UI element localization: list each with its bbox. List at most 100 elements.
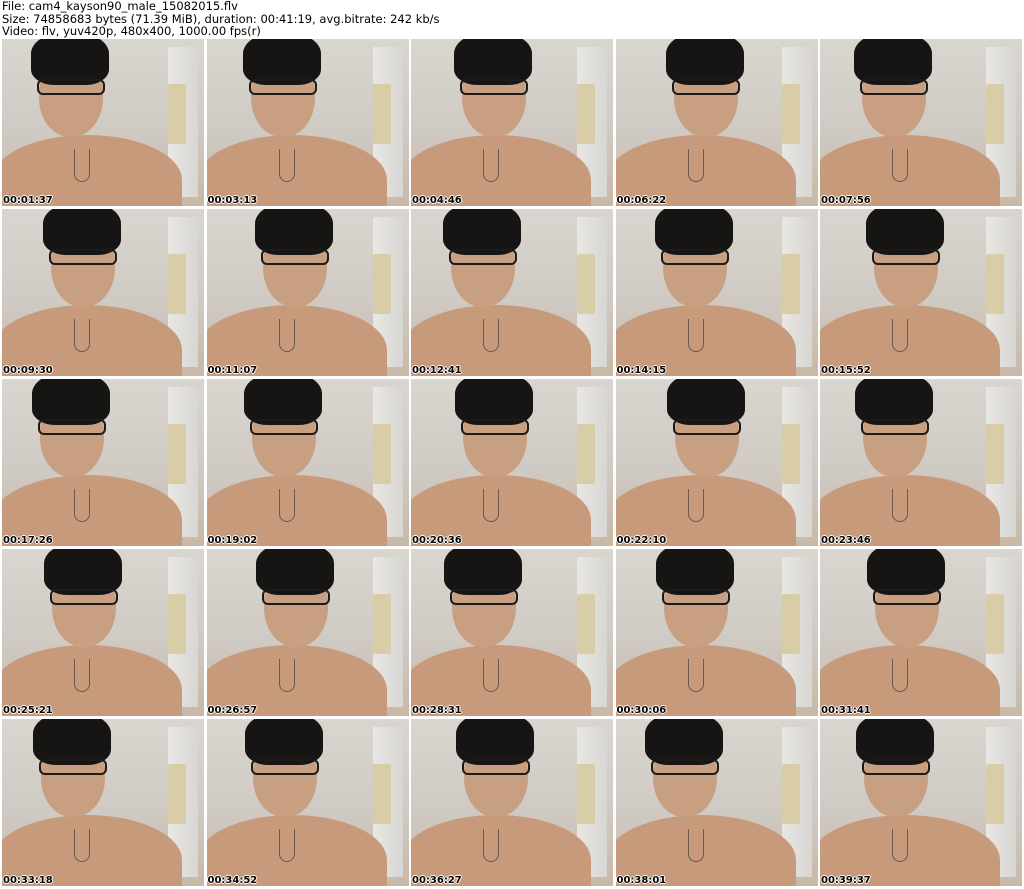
thumbnail-timestamp: 00:14:15 bbox=[616, 365, 667, 376]
video-thumbnail: 00:38:01 bbox=[615, 719, 818, 886]
towel bbox=[781, 764, 800, 824]
towel bbox=[577, 764, 595, 824]
towel bbox=[986, 764, 1004, 824]
towel bbox=[986, 424, 1004, 484]
video-thumbnail: 00:15:52 bbox=[820, 209, 1022, 376]
necklace bbox=[687, 489, 704, 522]
glasses bbox=[860, 79, 928, 95]
thumbnail-timestamp: 00:11:07 bbox=[207, 365, 258, 376]
necklace bbox=[278, 149, 295, 182]
file-info-header: File: cam4_kayson90_male_15082015.flv Si… bbox=[2, 0, 440, 38]
necklace bbox=[892, 319, 908, 352]
video-thumbnail: 00:04:46 bbox=[411, 39, 613, 206]
necklace bbox=[892, 489, 908, 522]
necklace bbox=[278, 829, 295, 862]
thumbnail-timestamp: 00:39:37 bbox=[821, 875, 871, 886]
video-thumbnail: 00:28:31 bbox=[411, 549, 613, 716]
towel bbox=[781, 84, 800, 144]
towel bbox=[986, 84, 1004, 144]
necklace bbox=[278, 489, 295, 522]
towel bbox=[168, 424, 186, 484]
towel bbox=[372, 424, 391, 484]
towel bbox=[781, 254, 800, 314]
video-thumbnail: 00:11:07 bbox=[206, 209, 409, 376]
thumbnail-timestamp: 00:03:13 bbox=[207, 195, 258, 206]
video-thumbnail: 00:31:41 bbox=[820, 549, 1022, 716]
video-thumbnail: 00:33:18 bbox=[2, 719, 204, 886]
thumbnail-timestamp: 00:12:41 bbox=[412, 365, 462, 376]
glasses bbox=[260, 249, 329, 265]
necklace bbox=[687, 149, 704, 182]
thumbnail-timestamp: 00:25:21 bbox=[3, 705, 53, 716]
video-thumbnail: 00:36:27 bbox=[411, 719, 613, 886]
video-thumbnail: 00:07:56 bbox=[820, 39, 1022, 206]
thumbnail-timestamp: 00:07:56 bbox=[821, 195, 871, 206]
glasses bbox=[449, 249, 517, 265]
video-thumbnail: 00:25:21 bbox=[2, 549, 204, 716]
towel bbox=[372, 84, 391, 144]
video-thumbnail: 00:01:37 bbox=[2, 39, 204, 206]
thumbnail-timestamp: 00:38:01 bbox=[616, 875, 667, 886]
glasses bbox=[461, 419, 529, 435]
file-name-line: File: cam4_kayson90_male_15082015.flv bbox=[2, 0, 238, 13]
glasses bbox=[862, 759, 930, 775]
thumbnail-timestamp: 00:22:10 bbox=[616, 535, 667, 546]
glasses bbox=[450, 589, 518, 605]
necklace bbox=[483, 319, 499, 352]
towel bbox=[986, 594, 1004, 654]
glasses bbox=[650, 759, 719, 775]
video-thumbnail: 00:14:15 bbox=[615, 209, 818, 376]
towel bbox=[577, 424, 595, 484]
video-info-line: Video: flv, yuv420p, 480x400, 1000.00 fp… bbox=[2, 24, 261, 38]
glasses bbox=[38, 419, 106, 435]
towel bbox=[577, 254, 595, 314]
video-thumbnail: 00:26:57 bbox=[206, 549, 409, 716]
video-thumbnail: 00:12:41 bbox=[411, 209, 613, 376]
necklace bbox=[892, 659, 908, 692]
glasses bbox=[248, 79, 317, 95]
thumbnail-timestamp: 00:17:26 bbox=[3, 535, 53, 546]
necklace bbox=[892, 829, 908, 862]
glasses bbox=[872, 249, 940, 265]
glasses bbox=[462, 759, 530, 775]
glasses bbox=[250, 759, 319, 775]
thumbnail-timestamp: 00:01:37 bbox=[3, 195, 53, 206]
towel bbox=[168, 254, 186, 314]
towel bbox=[168, 594, 186, 654]
towel bbox=[781, 594, 800, 654]
glasses bbox=[50, 589, 118, 605]
glasses bbox=[37, 79, 105, 95]
video-thumbnail: 00:22:10 bbox=[615, 379, 818, 546]
towel bbox=[372, 594, 391, 654]
thumbnail-timestamp: 00:30:06 bbox=[616, 705, 667, 716]
necklace bbox=[74, 319, 90, 352]
necklace bbox=[483, 829, 499, 862]
necklace bbox=[687, 659, 704, 692]
towel bbox=[168, 84, 186, 144]
video-thumbnail: 00:23:46 bbox=[820, 379, 1022, 546]
video-thumbnail: 00:03:13 bbox=[206, 39, 409, 206]
thumbnail-timestamp: 00:26:57 bbox=[207, 705, 258, 716]
thumbnail-grid: 00:01:37 00:03:13 00:04:46 00:06:22 00:07:56… bbox=[2, 39, 1022, 887]
thumbnail-timestamp: 00:09:30 bbox=[3, 365, 53, 376]
glasses bbox=[672, 419, 741, 435]
thumbnail-timestamp: 00:23:46 bbox=[821, 535, 871, 546]
video-thumbnail: 00:30:06 bbox=[615, 549, 818, 716]
glasses bbox=[460, 79, 528, 95]
video-thumbnail: 00:20:36 bbox=[411, 379, 613, 546]
thumbnail-timestamp: 00:28:31 bbox=[412, 705, 462, 716]
glasses bbox=[39, 759, 107, 775]
video-thumbnail: 00:34:52 bbox=[206, 719, 409, 886]
towel bbox=[577, 84, 595, 144]
towel bbox=[168, 764, 186, 824]
necklace bbox=[74, 829, 90, 862]
glasses bbox=[249, 419, 318, 435]
necklace bbox=[687, 829, 704, 862]
necklace bbox=[74, 149, 90, 182]
video-thumbnail: 00:39:37 bbox=[820, 719, 1022, 886]
necklace bbox=[483, 659, 499, 692]
towel bbox=[577, 594, 595, 654]
video-thumbnail: 00:09:30 bbox=[2, 209, 204, 376]
thumbnail-timestamp: 00:19:02 bbox=[207, 535, 258, 546]
glasses bbox=[661, 589, 730, 605]
